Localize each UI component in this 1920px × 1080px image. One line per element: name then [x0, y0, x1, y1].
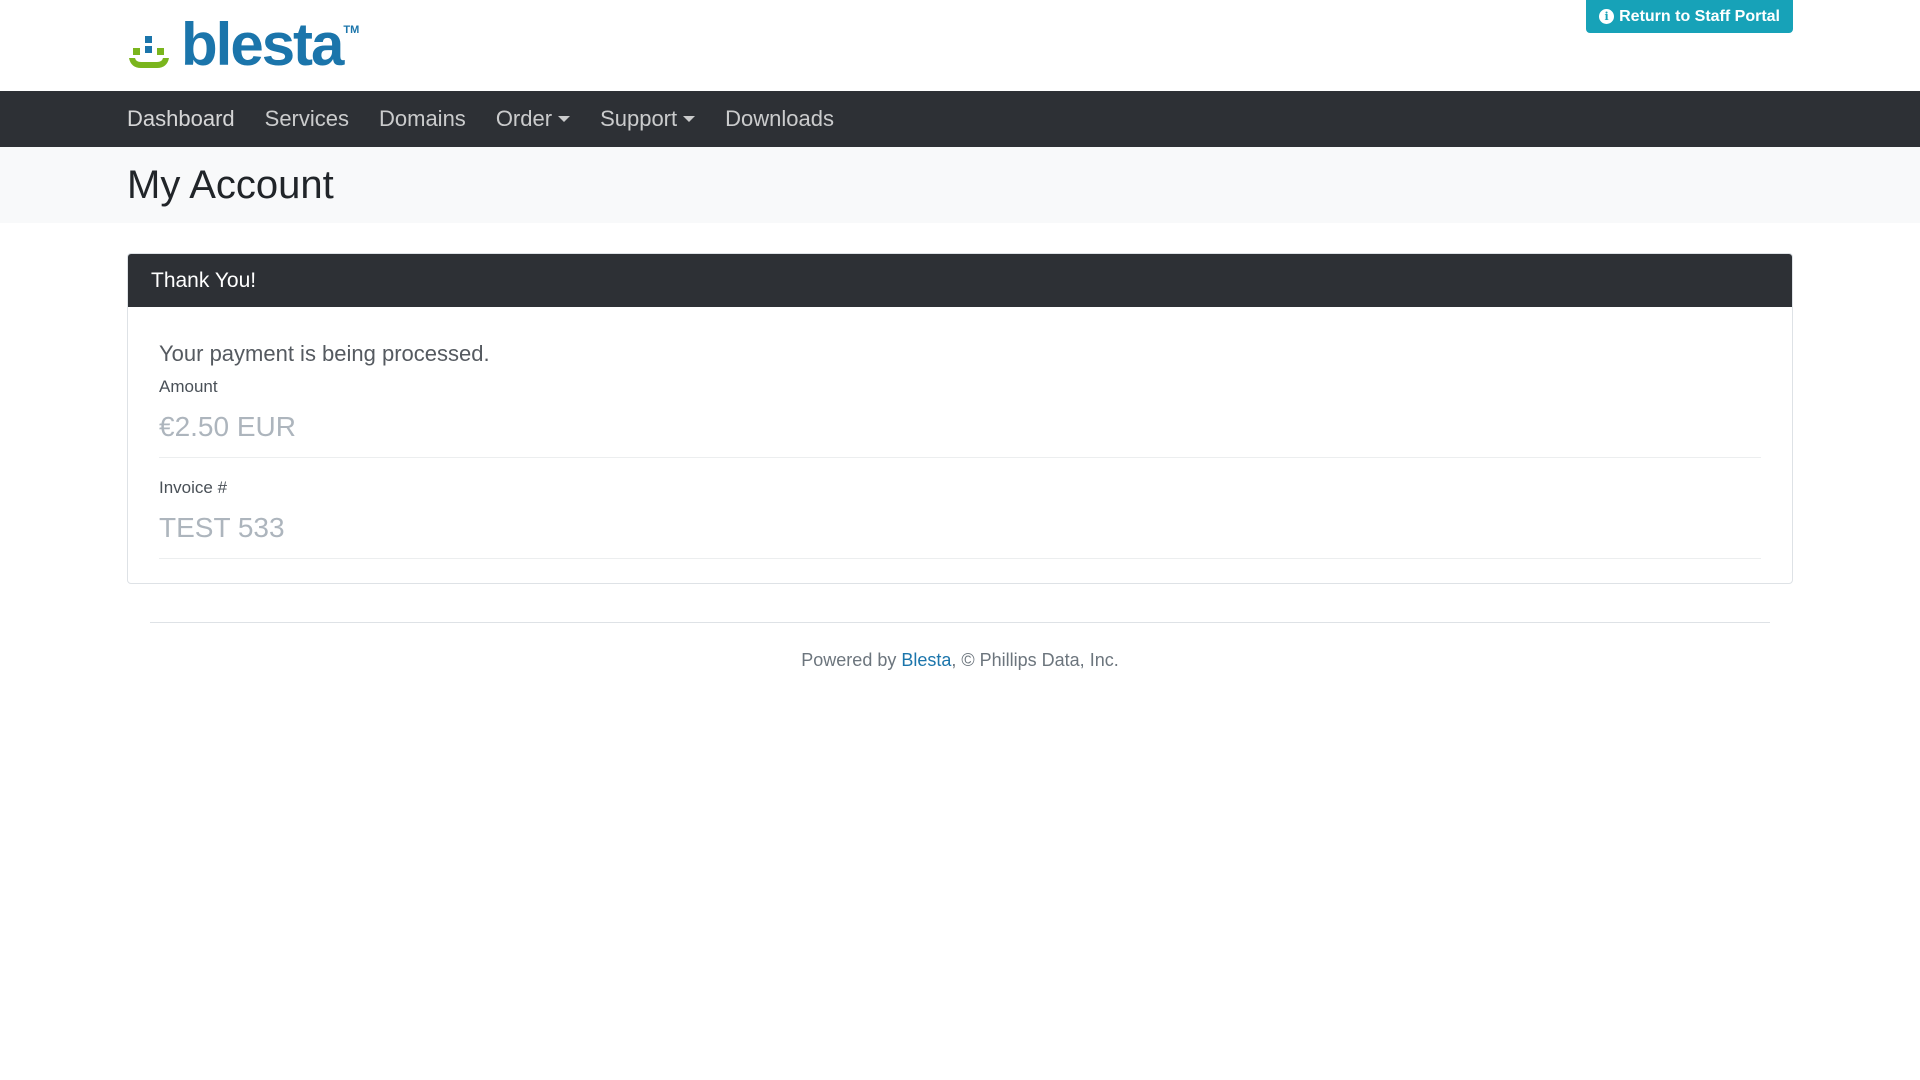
logo-trademark: TM: [343, 24, 360, 36]
caret-down-icon: [558, 116, 571, 122]
nav-item-services[interactable]: Services: [265, 106, 349, 132]
nav-item-label: Services: [264, 106, 349, 131]
caret-down-icon: [683, 116, 696, 122]
title-bar: My Account: [0, 147, 1920, 223]
site-footer: Powered by Blesta, © Phillips Data, Inc.: [127, 622, 1793, 671]
amount-value: €2.50 EUR: [159, 411, 1761, 458]
amount-label: Amount: [159, 377, 218, 396]
return-to-staff-portal-button[interactable]: i Return to Staff Portal: [1586, 0, 1793, 33]
footer-prefix: Powered by: [801, 650, 902, 670]
page-title: My Account: [127, 163, 334, 207]
nav-item-dashboard[interactable]: Dashboard: [127, 106, 235, 132]
nav-item-order[interactable]: Order: [495, 106, 571, 132]
footer-text: Powered by Blesta, © Phillips Data, Inc.: [127, 650, 1793, 671]
blesta-link[interactable]: Blesta: [901, 650, 951, 670]
main-content: Thank You! Your payment is being process…: [127, 253, 1793, 671]
smiley-logo-icon: [129, 36, 169, 68]
nav-item-label: Support: [600, 106, 678, 131]
footer-divider: [150, 622, 1770, 623]
payment-card: Thank You! Your payment is being process…: [127, 253, 1793, 584]
nav-item-label: Domains: [379, 106, 466, 131]
nav-item-label: Dashboard: [127, 106, 235, 131]
staff-portal-button-label: Return to Staff Portal: [1619, 7, 1780, 25]
payment-status-message: Your payment is being processed.: [159, 341, 490, 366]
main-navbar: Dashboard Services Domains Order Support…: [0, 91, 1920, 147]
nav-item-label: Order: [495, 106, 553, 131]
card-body: Your payment is being processed. Amount …: [128, 307, 1792, 583]
nav-item-domains[interactable]: Domains: [379, 106, 466, 132]
invoice-label: Invoice #: [159, 478, 228, 497]
footer-suffix: , © Phillips Data, Inc.: [951, 650, 1119, 670]
nav-item-support[interactable]: Support: [600, 106, 696, 132]
logo-wordmark: blesta: [181, 11, 344, 78]
invoice-value: TEST 533: [159, 512, 1761, 559]
info-circle-icon: i: [1599, 9, 1615, 24]
site-header: blesta TM i Return to Staff Portal: [0, 0, 1920, 91]
nav-item-downloads[interactable]: Downloads: [725, 106, 834, 132]
card-header: Thank You!: [128, 254, 1792, 307]
nav-item-label: Downloads: [725, 106, 834, 131]
blesta-logo[interactable]: blesta TM: [127, 11, 360, 78]
